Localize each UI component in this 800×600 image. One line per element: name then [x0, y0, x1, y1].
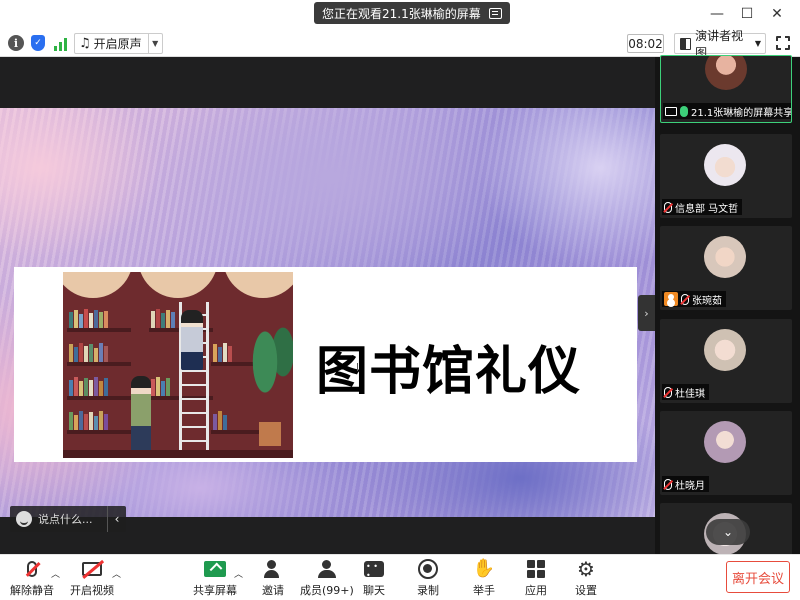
settings-button[interactable]: ⚙ 设置 — [574, 558, 598, 598]
avatar — [704, 144, 746, 186]
add-user-icon — [264, 560, 282, 578]
avatar — [705, 56, 747, 90]
mouse-cursor-icon — [357, 363, 363, 371]
close-icon[interactable]: ✕ — [762, 4, 792, 24]
view-options-icon[interactable] — [488, 7, 502, 19]
participant-name-tag: 张琬茹 — [662, 291, 726, 307]
microphone-muted-icon — [27, 561, 37, 577]
microphone-icon — [680, 105, 688, 117]
viewing-text: 您正在观看21.1张琳榆的屏幕 — [322, 6, 481, 21]
meeting-toolbar: i ✓ ♫ 开启原声 ▼ 08:02 演讲者视图 ▼ — [0, 29, 800, 60]
microphone-muted-icon — [664, 201, 672, 213]
chat-button[interactable]: 聊天 — [362, 558, 386, 598]
chevron-up-icon[interactable]: ︿ — [51, 567, 60, 580]
chevron-up-icon[interactable]: ︿ — [234, 567, 243, 580]
unmute-button[interactable]: 解除静音 — [10, 558, 54, 598]
start-video-button[interactable]: 开启视频 — [70, 558, 114, 598]
view-mode-dropdown[interactable]: 演讲者视图 ▼ — [674, 29, 766, 60]
record-button[interactable]: 录制 — [416, 558, 440, 598]
participant-name: 信息部 马文哲 — [675, 203, 739, 215]
scroll-down-button[interactable]: ⌄ — [706, 519, 750, 545]
raise-hand-button[interactable]: ✋ 举手 — [472, 558, 496, 598]
screen-share-icon — [665, 106, 677, 116]
window-controls: — ☐ ✕ — [702, 4, 792, 24]
members-button[interactable]: 成员(99+) — [300, 558, 354, 598]
meeting-timer: 08:02 — [627, 34, 664, 53]
apps-button[interactable]: 应用 — [524, 558, 548, 598]
participant-tile[interactable]: 张琬茹 — [660, 226, 792, 310]
participant-tile[interactable]: 21.1张琳榆的屏幕共享 — [660, 55, 792, 123]
microphone-muted-icon — [681, 293, 689, 305]
participant-tile[interactable]: 信息部 马文哲 — [660, 134, 792, 218]
share-screen-icon — [204, 561, 226, 577]
fullscreen-icon[interactable] — [775, 35, 791, 51]
collapse-panel-button[interactable]: › — [638, 295, 655, 331]
avatar — [704, 421, 746, 463]
avatar — [704, 329, 746, 371]
participant-tile[interactable]: 杜佳琪 — [660, 319, 792, 403]
participant-name: 张琬茹 — [692, 295, 722, 307]
microphone-muted-icon — [664, 386, 672, 398]
title-bar: 您正在观看21.1张琳榆的屏幕 — ☐ ✕ — [0, 0, 800, 30]
participant-tile[interactable]: 杜晓月 — [660, 411, 792, 495]
slide-title: 图书馆礼仪 — [316, 342, 582, 402]
original-sound-label: 开启原声 — [93, 37, 142, 51]
music-note-icon: ♫ — [79, 36, 91, 51]
emoji-icon[interactable] — [16, 511, 32, 527]
participant-name: 21.1张琳榆的屏幕共享 — [691, 107, 792, 119]
avatar — [704, 236, 746, 278]
chevron-up-icon[interactable]: ︿ — [112, 567, 121, 580]
minimize-icon[interactable]: — — [702, 4, 732, 24]
hand-icon: ✋ — [472, 558, 496, 579]
shared-screen: 图书馆礼仪 说点什么... ‹ › — [0, 57, 655, 554]
quick-chat-bar[interactable]: 说点什么... ‹ — [10, 506, 126, 532]
shield-icon[interactable]: ✓ — [31, 35, 45, 51]
viewing-screen-indicator[interactable]: 您正在观看21.1张琳榆的屏幕 — [314, 2, 510, 24]
chevron-down-icon[interactable]: ▼ — [147, 34, 162, 53]
apps-grid-icon — [527, 560, 545, 578]
participant-name-tag: 杜晓月 — [662, 476, 709, 492]
participant-name-tag: 信息部 马文哲 — [662, 199, 743, 215]
leave-meeting-button[interactable]: 离开会议 — [726, 561, 790, 593]
library-illustration — [63, 272, 293, 458]
slide-banner: 图书馆礼仪 — [14, 267, 637, 462]
members-icon — [316, 560, 338, 578]
user-icon — [664, 292, 678, 306]
layout-icon — [680, 37, 692, 50]
chat-input[interactable]: 说点什么... — [38, 511, 93, 527]
maximize-icon[interactable]: ☐ — [732, 4, 762, 24]
participant-name-tag: 杜佳琪 — [662, 384, 709, 400]
record-icon — [418, 559, 438, 579]
participant-panel: 21.1张琳榆的屏幕共享 信息部 马文哲 张琬茹 杜佳琪 杜晓月 — [655, 55, 800, 563]
chevron-down-icon: ▼ — [754, 39, 761, 48]
invite-button[interactable]: 邀请 — [261, 558, 285, 598]
info-icon[interactable]: i — [8, 35, 24, 51]
chevron-left-icon[interactable]: ‹ — [108, 512, 126, 526]
participant-name-tag: 21.1张琳榆的屏幕共享 — [663, 103, 792, 119]
gear-icon: ⚙ — [577, 557, 595, 581]
microphone-muted-icon — [664, 478, 672, 490]
participant-name: 杜佳琪 — [675, 388, 705, 400]
share-screen-button[interactable]: 共享屏幕 — [193, 558, 237, 598]
meeting-controls: 解除静音 ︿ 开启视频 ︿ 共享屏幕 ︿ 邀请 成员(99+) 聊天 录制 ✋ … — [0, 554, 800, 600]
camera-off-icon — [82, 562, 102, 576]
signal-strength-icon[interactable] — [54, 35, 70, 51]
participant-name: 杜晓月 — [675, 480, 705, 492]
chat-icon — [364, 561, 384, 580]
presentation-slide: 图书馆礼仪 说点什么... ‹ — [0, 108, 655, 532]
original-sound-toggle[interactable]: ♫ 开启原声 ▼ — [74, 33, 163, 54]
